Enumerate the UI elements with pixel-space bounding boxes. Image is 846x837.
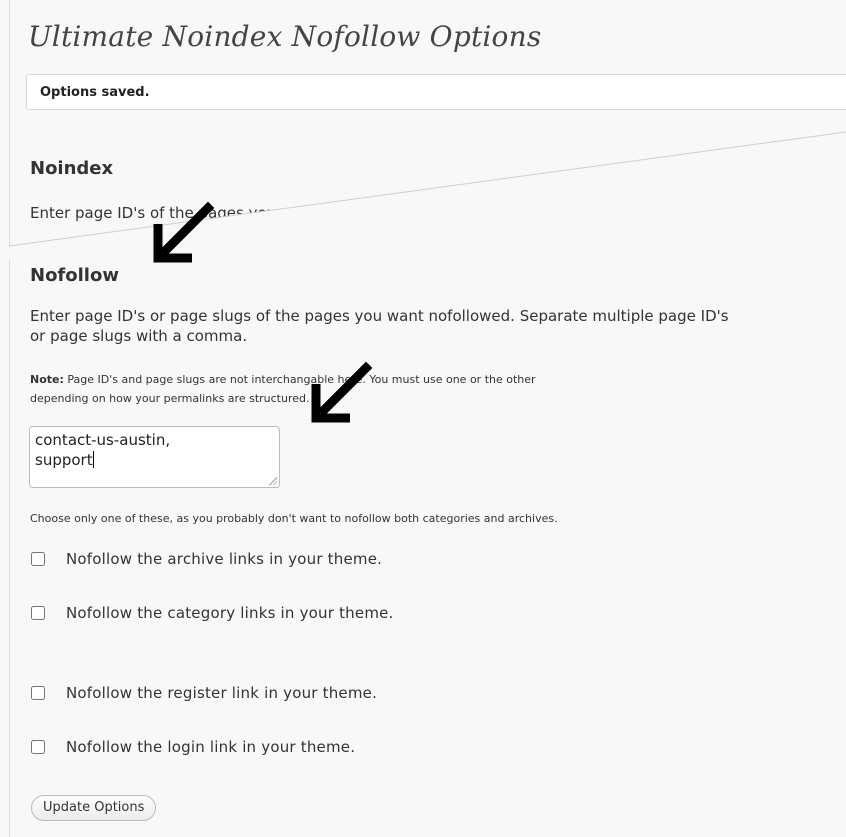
register-link-checkbox[interactable] xyxy=(31,686,45,700)
resize-grip-icon[interactable] xyxy=(268,476,277,485)
option-category-row: Nofollow the category links in your them… xyxy=(31,603,394,623)
login-link-label: Nofollow the login link in your theme. xyxy=(66,738,356,756)
category-links-label: Nofollow the category links in your them… xyxy=(66,604,394,622)
options-saved-notice: Options saved. xyxy=(26,74,846,110)
textarea-line2: support xyxy=(35,451,93,469)
nofollow-note-line1: Note: Page ID's and page slugs are not i… xyxy=(30,370,536,389)
page-title: Ultimate Noindex Nofollow Options xyxy=(28,20,542,53)
nofollow-description-line1: Enter page ID's or page slugs of the pag… xyxy=(30,307,729,325)
options-panel xyxy=(9,0,846,837)
noindex-description: Enter page ID's of the pages you want no… xyxy=(30,204,406,222)
textarea-line1: contact-us-austin, xyxy=(35,431,171,449)
nofollow-description-line2: or page slugs with a comma. xyxy=(30,327,248,345)
archive-links-checkbox[interactable] xyxy=(31,552,45,566)
login-link-checkbox[interactable] xyxy=(31,740,45,754)
register-link-label: Nofollow the register link in your theme… xyxy=(66,684,378,702)
text-caret xyxy=(92,451,94,468)
option-register-row: Nofollow the register link in your theme… xyxy=(31,683,377,703)
option-archive-row: Nofollow the archive links in your theme… xyxy=(31,549,382,569)
nofollow-note-line2: depending on how your permalinks are str… xyxy=(30,392,310,405)
update-options-button[interactable]: Update Options xyxy=(31,795,157,821)
note-label: Note: xyxy=(30,373,64,386)
nofollow-pages-textarea[interactable]: contact-us-austin, support xyxy=(29,426,280,488)
category-links-checkbox[interactable] xyxy=(31,606,45,620)
archive-links-label: Nofollow the archive links in your theme… xyxy=(66,550,383,568)
nofollow-heading: Nofollow xyxy=(30,265,119,286)
noindex-heading: Noindex xyxy=(30,158,114,179)
note-text: Page ID's and page slugs are not interch… xyxy=(63,373,536,386)
option-login-row: Nofollow the login link in your theme. xyxy=(31,737,355,757)
choose-one-note: Choose only one of these, as you probabl… xyxy=(30,512,558,525)
